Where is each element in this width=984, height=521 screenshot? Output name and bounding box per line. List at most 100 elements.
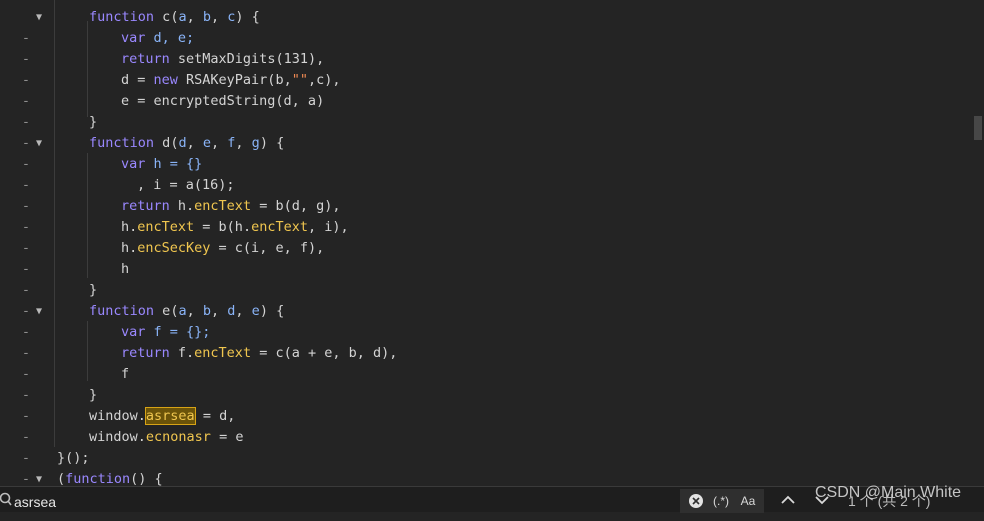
keyword: return <box>121 51 170 67</box>
keyword: function <box>65 471 131 486</box>
code-line[interactable]: - window.asrsea = d, <box>0 406 984 445</box>
code-line[interactable]: - , i = a(16); <box>0 175 984 214</box>
code-text: f = {}; <box>145 324 211 340</box>
code-line[interactable]: - window.ecnonasr = e <box>0 427 984 466</box>
regex-toggle-button[interactable]: (.*) <box>710 489 732 513</box>
code-text: h <box>121 261 130 277</box>
code-line[interactable]: - return f.encText = c(a + e, b, d), <box>0 343 984 382</box>
code-text: e = encryptedString(d, a) <box>121 93 325 109</box>
paren: ) { <box>235 9 260 25</box>
code-text: d = <box>121 72 154 88</box>
vertical-scrollbar[interactable] <box>970 0 984 486</box>
code-line[interactable]: - ▼ function e(a, b, d, e) { <box>0 301 984 340</box>
fold-chevron-icon[interactable]: ▼ <box>36 301 46 322</box>
code-line[interactable]: - }(); <box>0 448 984 486</box>
code-text: d, e; <box>145 30 195 46</box>
code-editor[interactable]: - ▼ function c(a, b, c) { - var d, e; - … <box>0 0 984 486</box>
separator: , <box>211 303 228 319</box>
code-text: h = {} <box>145 156 203 172</box>
keyword: new <box>153 72 178 88</box>
code-text: = c(a + e, b, d), <box>251 345 398 361</box>
code-text: } <box>89 387 98 403</box>
code-line[interactable]: - d = new RSAKeyPair(b,"",c), <box>0 70 984 109</box>
separator: , <box>211 135 228 151</box>
code-line[interactable]: - e = encryptedString(d, a) <box>0 91 984 130</box>
keyword: var <box>121 30 146 46</box>
code-text: , i = a(16); <box>137 177 235 193</box>
code-line[interactable]: - h.encSecKey = c(i, e, f), <box>0 238 984 277</box>
param: d <box>178 135 187 151</box>
param: b <box>202 303 211 319</box>
fold-chevron-icon[interactable]: ▼ <box>36 133 46 154</box>
code-text: = b(d, g), <box>251 198 341 214</box>
param: e <box>202 135 211 151</box>
code-line[interactable]: - f <box>0 364 984 403</box>
code-line[interactable]: - var d, e; <box>0 28 984 67</box>
keyword: function <box>89 303 155 319</box>
code-line[interactable]: - return h.encText = b(d, g), <box>0 196 984 235</box>
separator: , <box>235 303 252 319</box>
keyword: function <box>89 9 155 25</box>
code-text: RSAKeyPair(b, <box>177 72 292 88</box>
code-text: = b(h. <box>194 219 252 235</box>
code-text: = e <box>210 429 244 445</box>
separator: , <box>186 303 203 319</box>
search-input[interactable] <box>12 490 684 514</box>
scroll-thumb[interactable] <box>974 116 982 140</box>
code-line[interactable]: - return setMaxDigits(131), <box>0 49 984 88</box>
keyword: return <box>121 345 170 361</box>
keyword: var <box>121 156 146 172</box>
code-line[interactable]: - var h = {} <box>0 154 984 193</box>
code-text: f. <box>169 345 195 361</box>
separator: , <box>235 135 252 151</box>
code-text: ( <box>57 471 66 486</box>
code-line[interactable]: - ▼ function c(a, b, c) { <box>0 7 984 46</box>
param: a <box>178 9 187 25</box>
code-text: window. <box>89 408 146 424</box>
code-line[interactable]: - h <box>0 259 984 298</box>
keyword: return <box>121 198 170 214</box>
search-match-highlight[interactable]: asrsea <box>144 407 196 425</box>
code-text: h. <box>169 198 195 214</box>
separator: , <box>186 135 203 151</box>
code-text: = c(i, e, f), <box>210 240 325 256</box>
param: e <box>251 303 260 319</box>
code-text: h. <box>121 240 138 256</box>
fold-chevron-icon[interactable]: ▼ <box>36 7 46 28</box>
property: encText <box>251 219 308 235</box>
keyword: var <box>121 324 146 340</box>
match-case-button[interactable]: Aa <box>738 489 758 513</box>
code-line[interactable]: - var f = {}; <box>0 322 984 361</box>
code-text: , i), <box>307 219 349 235</box>
code-line[interactable]: - h.encText = b(h.encText, i), <box>0 217 984 256</box>
code-text: () { <box>130 471 163 486</box>
code-text: } <box>89 282 98 298</box>
code-line[interactable]: - ▼ function d(d, e, f, g) { <box>0 133 984 172</box>
property: ecnonasr <box>145 429 211 445</box>
clear-search-icon[interactable] <box>688 489 704 513</box>
separator: , <box>186 9 203 25</box>
code-text: f <box>121 366 130 382</box>
code-text: window. <box>89 429 146 445</box>
code-text: = d, <box>194 408 236 424</box>
property: encText <box>194 345 252 361</box>
code-line[interactable]: - } <box>0 385 984 424</box>
code-text: ,c), <box>307 72 341 88</box>
separator: , <box>211 9 228 25</box>
code-text: setMaxDigits(131), <box>169 51 325 67</box>
watermark: CSDN @Main White <box>815 484 962 501</box>
code-text: h. <box>121 219 138 235</box>
paren: ) { <box>259 135 285 151</box>
search-icon <box>0 491 12 507</box>
code-line[interactable]: - } <box>0 112 984 151</box>
code-text: } <box>89 114 98 130</box>
property: encText <box>137 219 195 235</box>
previous-match-button[interactable] <box>778 489 798 511</box>
fold-chevron-icon[interactable]: ▼ <box>36 469 46 486</box>
code-text: }(); <box>57 450 90 466</box>
string-literal: "" <box>291 72 308 88</box>
param: b <box>202 9 211 25</box>
code-line[interactable]: - } <box>0 280 984 319</box>
property: encText <box>194 198 252 214</box>
paren: ) { <box>259 303 285 319</box>
